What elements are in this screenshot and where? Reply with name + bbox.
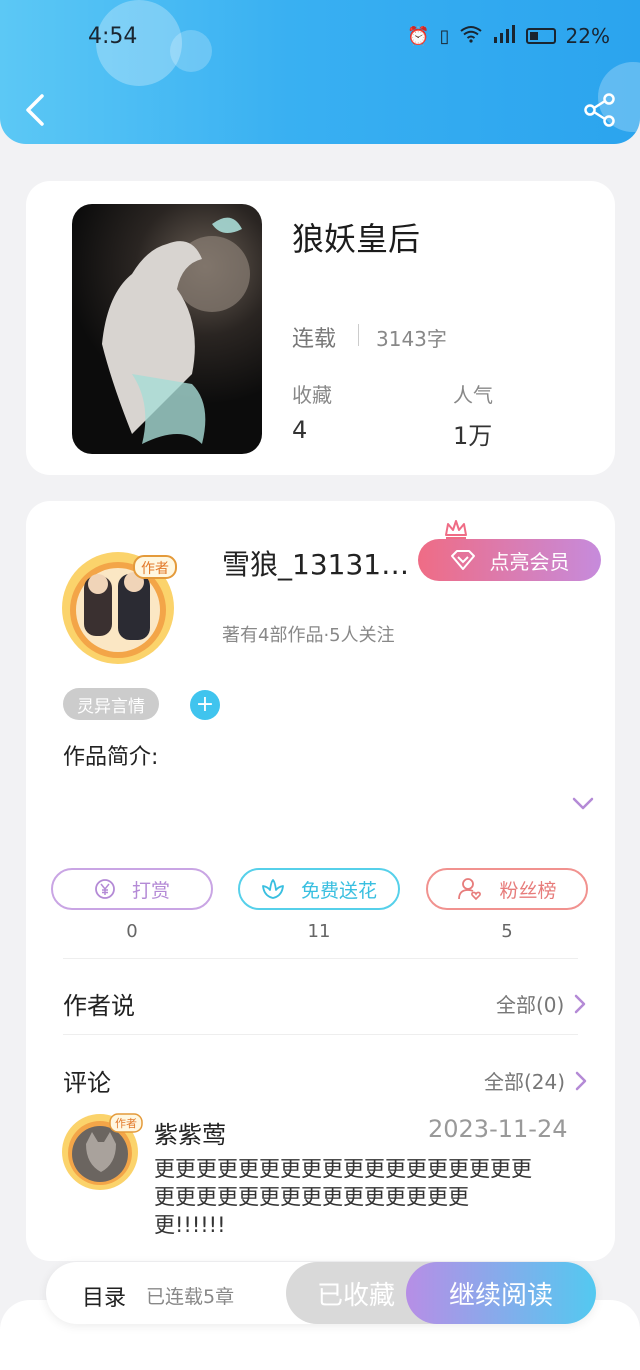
author-says-title: 作者说	[63, 992, 135, 1020]
header: 4:54 ⏰ ▯ 22%	[0, 0, 640, 144]
bottom-bar: 目录 已连载5章 已收藏 继续阅读	[46, 1262, 596, 1324]
toc-button[interactable]: 目录	[82, 1280, 126, 1312]
popularity-value: 1万	[453, 422, 493, 450]
decor-bubble	[170, 30, 212, 72]
vibrate-icon: ▯	[439, 25, 450, 47]
divider	[63, 1034, 578, 1035]
fan-ranking-button[interactable]: 粉丝榜	[426, 868, 588, 910]
battery-percent: 22%	[565, 24, 610, 48]
comment-date: 2023-11-24	[428, 1115, 568, 1143]
wolf-illustration	[102, 217, 250, 444]
book-cover[interactable]	[72, 204, 262, 454]
back-button[interactable]	[20, 92, 50, 128]
add-tag-button[interactable]: +	[190, 690, 220, 720]
crown-icon	[445, 520, 467, 539]
favorites-label: 收藏	[292, 383, 332, 407]
chevron-left-icon	[26, 94, 44, 126]
author-meta: 著有4部作品·5人关注	[222, 625, 395, 646]
author-name[interactable]: 雪狼_131312…	[222, 543, 422, 583]
yen-icon	[95, 879, 115, 899]
diamond-icon	[450, 550, 475, 570]
book-title: 狼妖皇后	[292, 220, 421, 258]
serial-status: 连载	[292, 327, 337, 352]
chevron-right-icon	[575, 994, 586, 1013]
flower-count: 11	[307, 921, 331, 942]
alarm-icon: ⏰	[407, 25, 430, 47]
comments-all-label: 全部(24)	[484, 1070, 566, 1094]
commenter-name[interactable]: 紫紫莺	[154, 1115, 226, 1150]
word-count: 3143字	[376, 327, 447, 351]
commenter-avatar[interactable]: 作者	[58, 1108, 144, 1194]
send-flower-button[interactable]: 免费送花	[238, 868, 400, 910]
book-info-card: 狼妖皇后 连载 3143字 收藏 4 人气 1万	[26, 181, 615, 475]
share-button[interactable]	[582, 92, 618, 128]
popularity-label: 人气	[453, 383, 493, 407]
status-icons: ⏰ ▯ 22%	[407, 24, 610, 48]
detail-card: 作者 雪狼_131312… 点亮会员 著有4部作品·5人关注 灵异言情 + 作品…	[26, 501, 615, 1261]
fans-icon	[458, 878, 482, 901]
fan-ranking-label: 粉丝榜	[499, 879, 557, 902]
author-says-all-link[interactable]: 全部(0)	[496, 989, 586, 1018]
favorites-value: 4	[292, 416, 308, 444]
author-avatar[interactable]: 作者	[56, 546, 186, 666]
divider	[63, 958, 578, 959]
fans-count: 5	[501, 921, 513, 942]
comment-text: 更更更更更更更更更更更更更更更更更更更更更更更更更更更更更更更更更更!!!!!!	[154, 1157, 532, 1237]
svg-text:作者: 作者	[141, 561, 169, 577]
chevron-right-icon	[575, 1071, 587, 1090]
status-time: 4:54	[88, 24, 138, 49]
share-icon	[584, 93, 615, 127]
divider	[358, 324, 359, 346]
comments-all-link[interactable]: 全部(24)	[484, 1066, 587, 1095]
vip-button[interactable]: 点亮会员	[418, 539, 601, 581]
author-says-all-label: 全部(0)	[496, 993, 565, 1017]
chevron-down-icon[interactable]	[572, 797, 594, 811]
tip-label: 打赏	[131, 879, 170, 902]
send-flower-label: 免费送花	[300, 879, 377, 902]
tip-button[interactable]: 打赏	[51, 868, 213, 910]
tip-count: 0	[126, 921, 138, 942]
battery-icon	[525, 28, 556, 44]
svg-text:作者: 作者	[115, 1117, 137, 1130]
flower-icon	[262, 879, 284, 899]
signal-icon	[492, 24, 516, 48]
comments-title: 评论	[63, 1069, 111, 1097]
vip-button-label: 点亮会员	[489, 549, 570, 574]
intro-label: 作品简介:	[63, 745, 159, 770]
toc-chapter-count[interactable]: 已连载5章	[146, 1282, 234, 1309]
wifi-icon	[459, 25, 482, 48]
continue-reading-button[interactable]: 继续阅读	[406, 1262, 596, 1324]
genre-tag[interactable]: 灵异言情	[63, 688, 159, 720]
